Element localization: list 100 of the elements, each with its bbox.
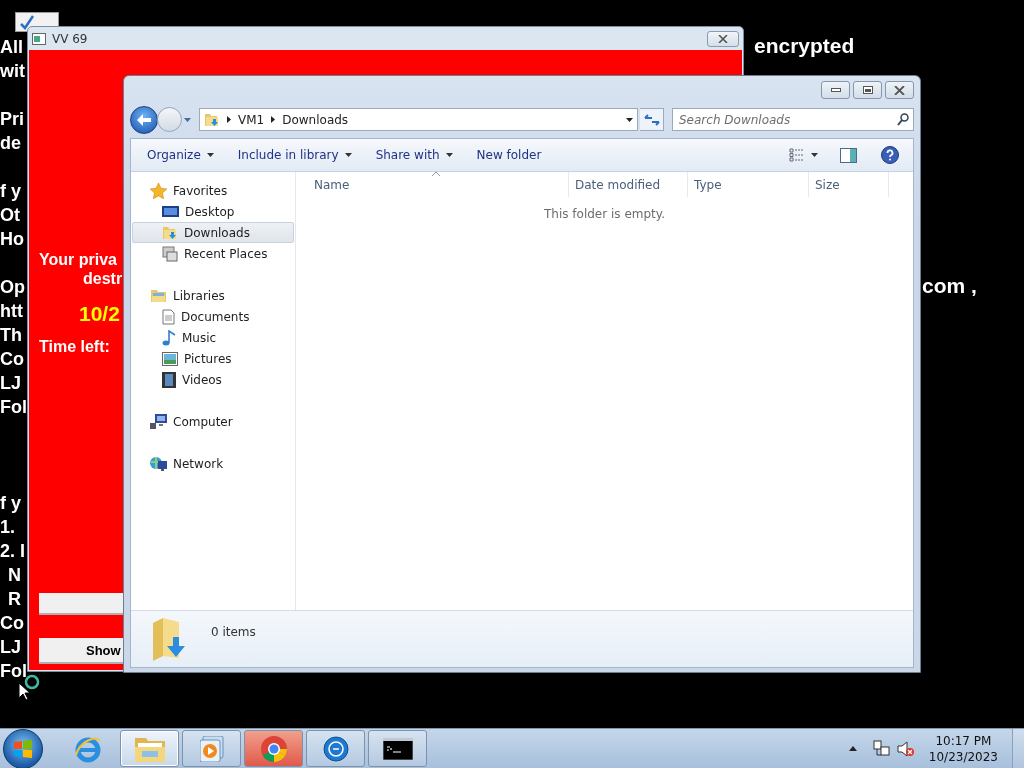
background-text-line: com ,: [922, 274, 977, 298]
folder-download-icon: [204, 111, 220, 128]
toolbar-command[interactable]: Include in library: [229, 144, 360, 166]
clock[interactable]: 10:17 PM 10/23/2023: [928, 732, 998, 765]
column-header[interactable]: Size: [809, 172, 889, 197]
picture-icon: [162, 351, 178, 366]
back-button[interactable]: [130, 105, 158, 134]
computer-icon: [150, 413, 167, 430]
close-icon: [718, 34, 728, 43]
background-text-line: htt: [0, 300, 23, 323]
busy-ring-icon: [24, 674, 40, 690]
muted-speaker-icon[interactable]: [896, 739, 915, 758]
toolbar-command[interactable]: Share with: [367, 144, 461, 166]
background-text-line: 2. I: [0, 540, 25, 563]
background-text-line: Fol: [0, 660, 27, 683]
network-icon[interactable]: [872, 739, 891, 758]
warning-text: destr: [83, 269, 123, 288]
dropdown-arrow-icon: [206, 153, 214, 157]
film-icon: [162, 371, 176, 388]
sidebar-item[interactable]: Documents: [132, 306, 294, 327]
star-icon: [150, 182, 167, 199]
sidebar-item[interactable]: Computer: [132, 411, 294, 432]
network-icon: [150, 455, 167, 472]
background-text-line: All: [0, 36, 23, 59]
breadcrumb[interactable]: Downloads: [282, 112, 349, 127]
background-text-line: Pri: [0, 108, 24, 131]
sidebar-item[interactable]: Recent Places: [132, 243, 294, 264]
dropdown-arrow-icon: [811, 153, 818, 157]
clock-time: 10:17 PM: [935, 732, 992, 749]
preview-pane-icon: [840, 147, 857, 163]
item-count: 0 items: [211, 625, 256, 639]
help-icon: [881, 146, 899, 164]
restore-button[interactable]: [853, 81, 882, 99]
media-player-icon: [199, 735, 224, 762]
close-icon: [894, 85, 905, 95]
flag-logo-icon: [13, 739, 33, 758]
show-hidden-icons-icon[interactable]: [848, 746, 857, 751]
folder-download-icon: [162, 224, 178, 241]
address-bar[interactable]: VM1 Downloads: [199, 108, 638, 131]
background-text-line: Op: [0, 276, 25, 299]
background-text-line: f y: [0, 180, 21, 203]
dropdown-arrow-icon: [626, 117, 633, 122]
background-text-line: de: [0, 132, 21, 155]
chevron-icon: [271, 116, 276, 123]
deadline-date: 10/2: [79, 301, 120, 327]
sidebar-item[interactable]: Network: [132, 453, 294, 474]
background-text-line: f y: [0, 492, 21, 515]
breadcrumb[interactable]: VM1: [238, 112, 265, 127]
background-text-line: Co: [0, 348, 24, 371]
background-text-line: Co: [0, 612, 24, 635]
minimize-button[interactable]: [821, 81, 850, 99]
background-text-line: 1.: [0, 516, 15, 539]
background-text-line: Ho: [0, 228, 24, 251]
sidebar-item[interactable]: Pictures: [132, 348, 294, 369]
background-text-line: wit: [0, 60, 25, 83]
chevron-icon: [227, 116, 231, 123]
document-icon: [162, 308, 175, 325]
background-text-line: LJ: [0, 636, 21, 659]
toolbar-command[interactable]: New folder: [468, 144, 550, 166]
back-arrow-icon: [137, 113, 151, 126]
window-title: VV 69: [52, 31, 89, 46]
toolbar-command[interactable]: Organize: [139, 144, 222, 166]
sidebar-item[interactable]: Desktop: [132, 201, 294, 222]
dropdown-arrow-icon: [184, 117, 191, 122]
pointer-icon: [18, 682, 30, 701]
close-button[interactable]: [707, 30, 739, 47]
search-field[interactable]: Search Downloads: [672, 108, 914, 131]
sidebar-item[interactable]: Music: [132, 327, 294, 348]
warning-text: Your priva: [39, 250, 117, 269]
column-header[interactable]: Name: [296, 172, 569, 197]
sidebar-item[interactable]: Videos: [132, 369, 294, 390]
column-header[interactable]: Type: [688, 172, 809, 197]
terminal-icon: [382, 737, 413, 760]
list-view-icon: [789, 148, 805, 162]
sidebar-item[interactable]: Downloads: [132, 222, 294, 243]
clock-date: 10/23/2023: [928, 748, 998, 765]
dropdown-arrow-icon: [344, 153, 352, 157]
background-text-line: Ot: [0, 204, 20, 227]
background-text-line: Th: [0, 324, 22, 347]
background-text-line: R: [8, 588, 21, 611]
column-header[interactable]: Date modified: [569, 172, 688, 197]
sidebar-item[interactable]: Libraries: [132, 285, 294, 306]
round-app-icon: [322, 735, 349, 762]
sidebar-item[interactable]: Favorites: [132, 180, 294, 201]
recent-places-icon: [162, 245, 178, 262]
background-text-line: N: [8, 564, 21, 587]
monitor-icon: [162, 204, 179, 219]
start-button[interactable]: [3, 728, 43, 768]
show-button[interactable]: Show: [39, 638, 123, 662]
refresh-button[interactable]: [640, 108, 664, 131]
library-folder-icon: [150, 288, 167, 303]
time-left-label: Time left:: [39, 337, 110, 357]
close-button[interactable]: [885, 81, 914, 99]
music-note-icon: [162, 329, 176, 346]
empty-folder-message: This folder is empty.: [544, 207, 665, 221]
dropdown-arrow-icon: [445, 153, 453, 157]
taskbar-button[interactable]: [368, 730, 427, 767]
background-text-line: encrypted: [754, 34, 855, 58]
background-text-line: Fol: [0, 396, 27, 419]
search-icon: [897, 113, 909, 126]
